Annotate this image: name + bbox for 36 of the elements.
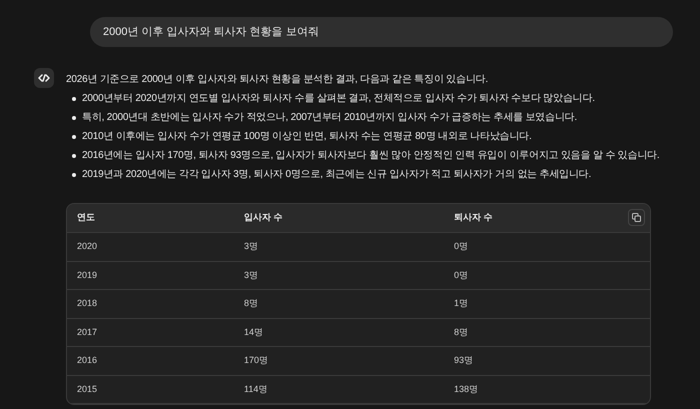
bullet-text: 2019년과 2020년에는 각각 입사자 3명, 퇴사자 0명으로, 최근에는 신규 입사자가 적고 퇴사자가 거의 없는 추세입니다.	[82, 168, 592, 182]
copy-button[interactable]	[628, 209, 645, 226]
column-header: 퇴사자 수	[454, 211, 493, 224]
table-cell-text: 114명	[244, 382, 268, 396]
bullet-text: 2000년부터 2020년까지 연도별 입사자와 퇴사자 수를 살펴본 결과, 전체적으로 입사자 수가 퇴사자 수보다 많았습니다.	[82, 92, 595, 106]
bullet-icon	[72, 134, 76, 138]
table-cell-text: 2020	[77, 240, 98, 253]
table-cell-text: 0명	[454, 240, 468, 253]
bullet-icon	[72, 116, 76, 120]
column-header: 연도	[77, 211, 95, 224]
bullet-text: 2016년에는 입사자 170명, 퇴사자 93명으로, 입사자가 퇴사자보다 훨씬 많아 안정적인 인력 유입이 이루어지고 있음을 알 수 있습니다.	[82, 149, 660, 163]
intro-paragraph: 2026년 기준으로 2000년 이후 입사자와 퇴사자 현황을 분석한 결과, 다음과 같은 특징이 있습니다.	[66, 73, 489, 87]
bullet-icon	[72, 96, 76, 100]
table-cell-text: 2017	[77, 326, 98, 338]
table-cell-text: 170명	[244, 354, 268, 367]
table-cell-text: 2015	[77, 382, 98, 396]
assistant-avatar-icon	[34, 68, 54, 88]
table-cell-text: 2019	[77, 268, 98, 282]
bullet-text: 2010년 이후에는 입사자 수가 연평균 100명 이상인 반면, 퇴사자 수는 연평균 80명 내외로 나타났습니다.	[82, 130, 532, 144]
table-cell-text: 138명	[454, 382, 478, 396]
user-message: 2000년 이후 입사자와 퇴사자 현황을 보여줘	[90, 17, 673, 47]
bullet-text: 특히, 2000년대 초반에는 입사자 수가 적었으나, 2007년부터 2010년까지 입사자 수가 급증하는 추세를 보였습니다.	[82, 111, 578, 125]
table-cell-text: 2016	[77, 354, 98, 367]
table-cell-text: 1명	[454, 297, 468, 310]
table-cell-text: 2018	[77, 297, 98, 310]
table-cell-text: 14명	[244, 326, 264, 338]
table-cell-text: 0명	[454, 268, 468, 282]
bullet-icon	[72, 172, 76, 176]
table-cell-text: 8명	[454, 326, 468, 338]
copy-icon	[632, 213, 641, 222]
bullet-icon	[72, 154, 76, 158]
table-cell-text: 3명	[244, 240, 258, 253]
column-header: 입사자 수	[244, 211, 283, 224]
table-cell-text: 8명	[244, 297, 258, 310]
table-cell-text: 3명	[244, 268, 258, 282]
table-cell-text: 93명	[454, 354, 474, 367]
